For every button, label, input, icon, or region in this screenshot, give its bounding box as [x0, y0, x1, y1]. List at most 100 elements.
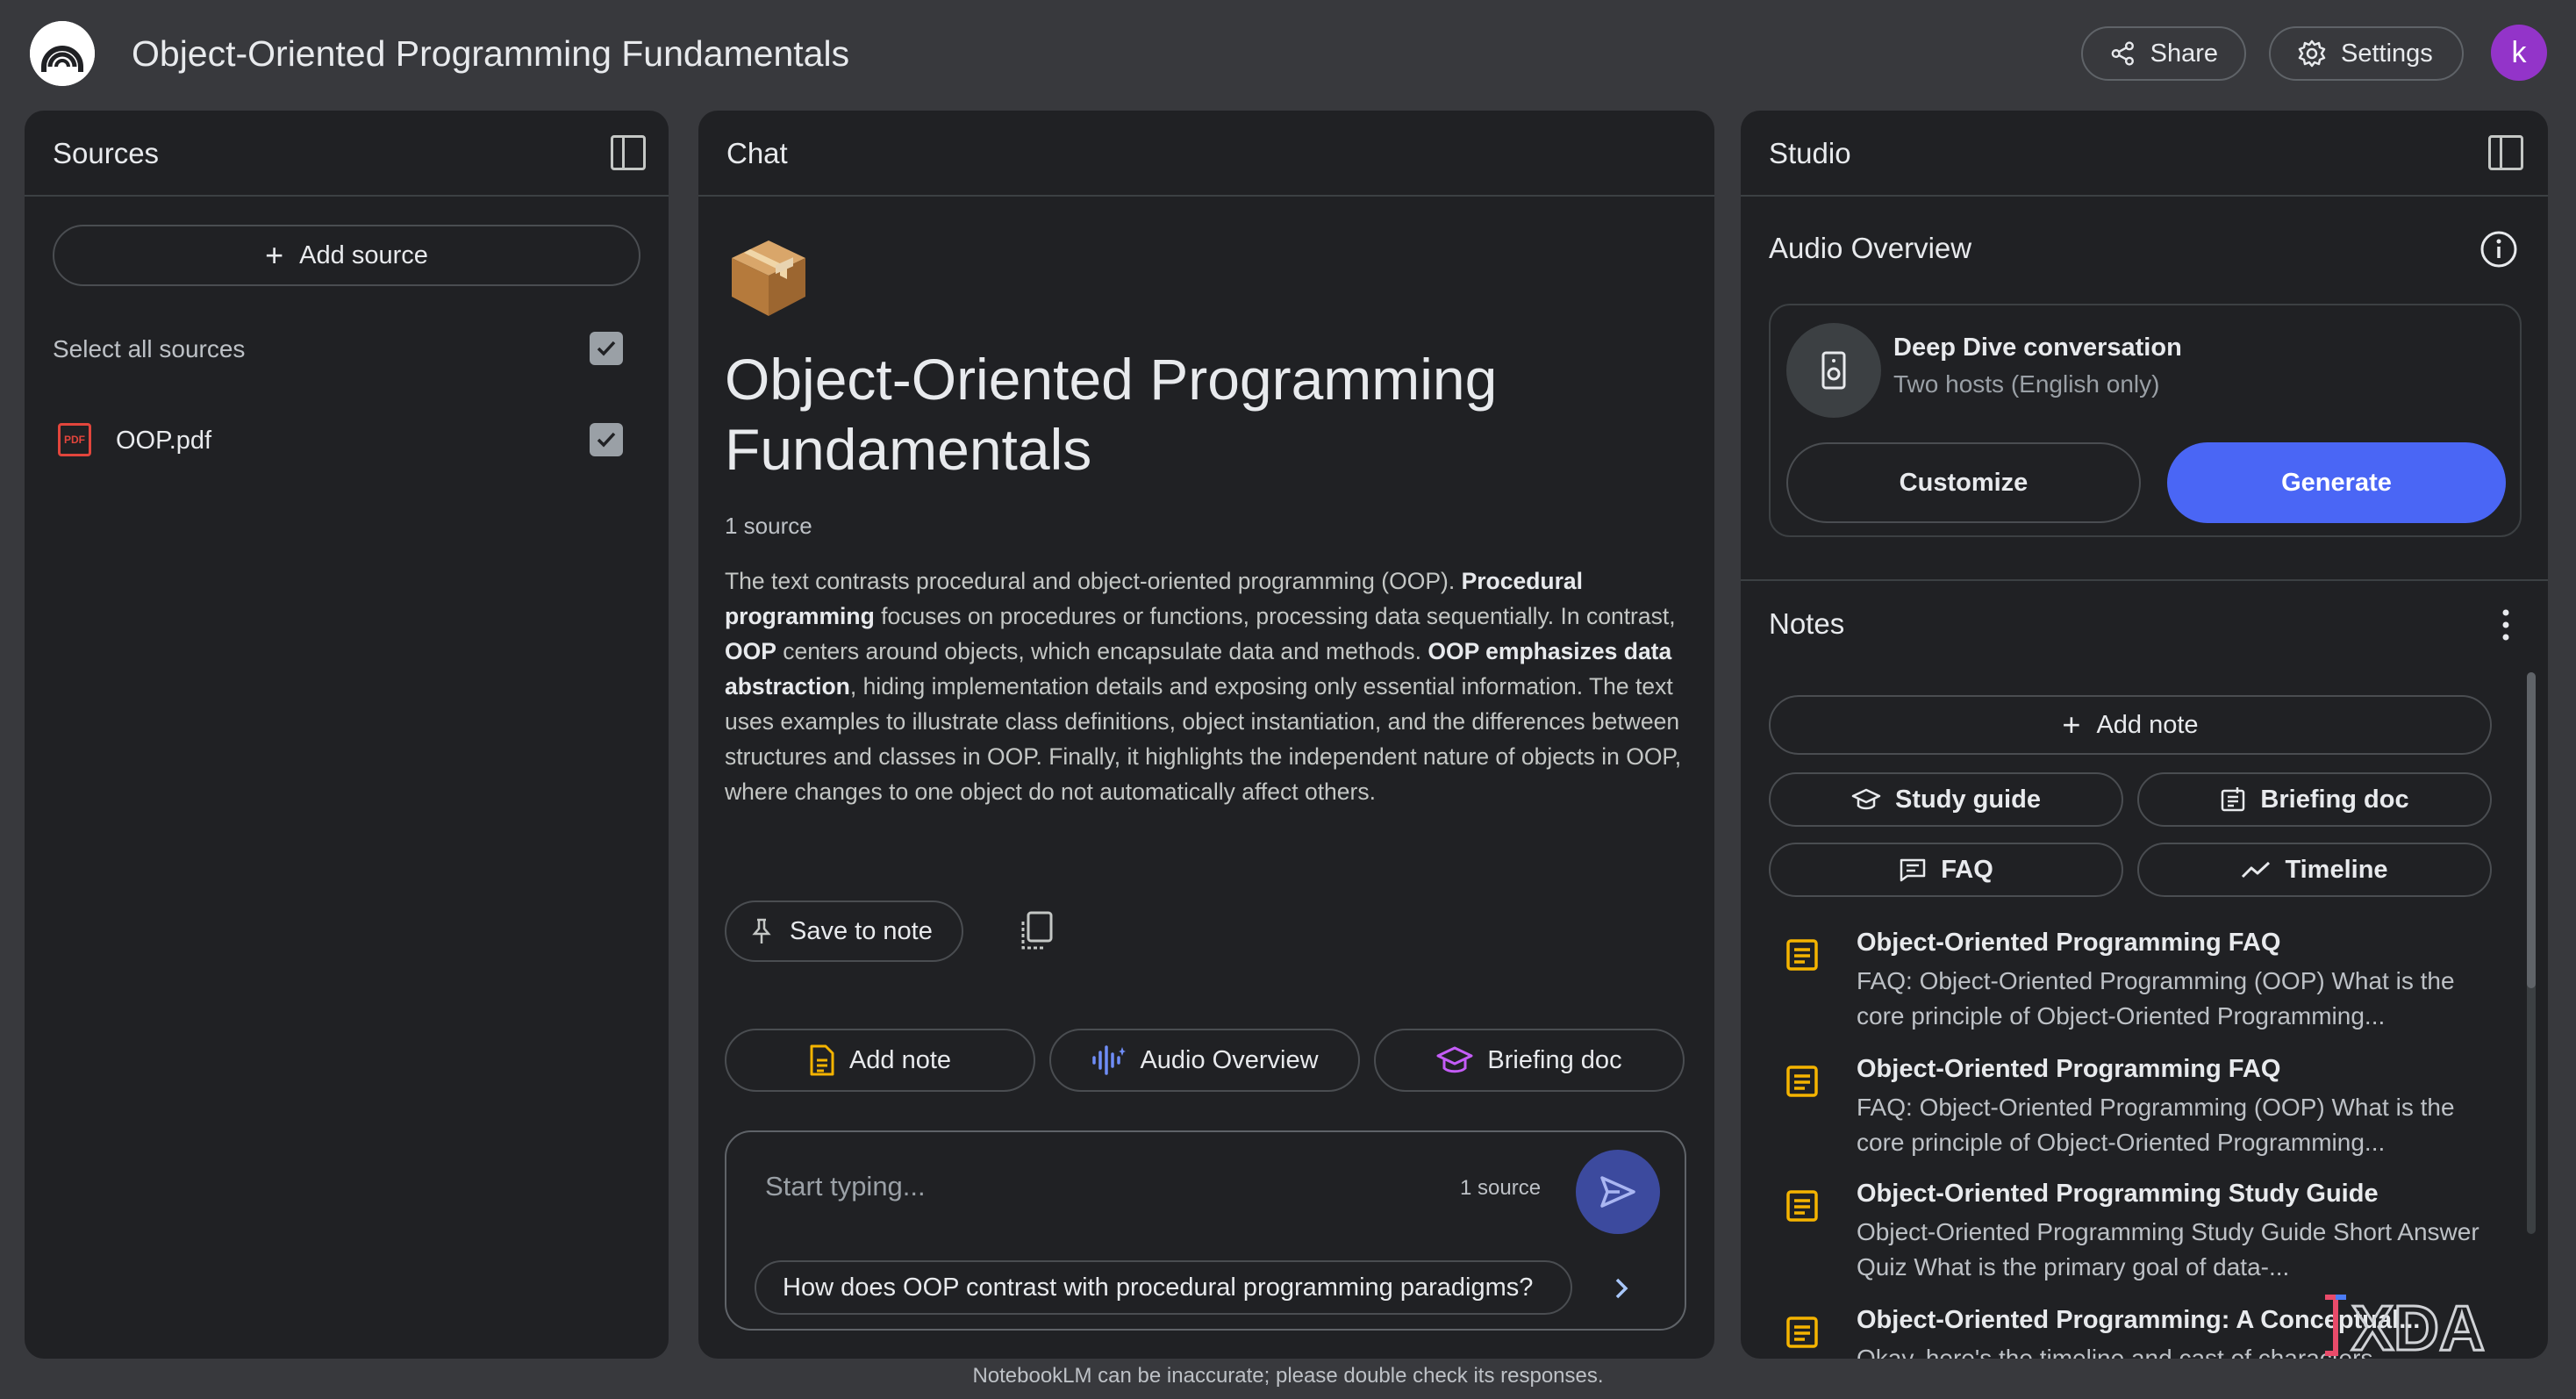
summary-bold: OOP — [725, 638, 776, 664]
audio-overview-card: Deep Dive conversation Two hosts (Englis… — [1769, 304, 2522, 537]
collapse-panel-icon[interactable] — [611, 135, 646, 170]
source-checkbox[interactable] — [590, 423, 623, 456]
source-name: OOP.pdf — [116, 427, 212, 455]
graduation-cap-icon — [1851, 788, 1881, 810]
disclaimer-text: NotebookLM can be inaccurate; please dou… — [972, 1364, 1604, 1388]
summary-text: centers around objects, which encapsulat… — [776, 638, 1428, 664]
faq-icon — [1900, 858, 1926, 882]
plus-icon: + — [2062, 707, 2081, 743]
source-count: 1 source — [725, 513, 812, 539]
add-note-label: Add note — [2096, 710, 2199, 739]
customize-button[interactable]: Customize — [1786, 442, 2141, 523]
share-label: Share — [2150, 39, 2218, 68]
audio-waveform-icon — [1092, 1045, 1127, 1075]
select-all-checkbox[interactable] — [590, 332, 623, 365]
briefing-doc-button[interactable]: Briefing doc — [2137, 772, 2492, 827]
audio-overview-title: Audio Overview — [1769, 232, 1972, 264]
source-item[interactable]: PDF OOP.pdf — [53, 414, 640, 467]
note-title: Object-Oriented Programming Study Guide — [1857, 1180, 2379, 1208]
notebooklm-app: Object-Oriented Programming Fundamentals… — [0, 0, 2576, 1399]
study-guide-label: Study guide — [1895, 785, 2041, 814]
checkmark-icon — [597, 341, 616, 356]
send-button[interactable] — [1576, 1150, 1660, 1234]
chevron-right-icon[interactable] — [1604, 1271, 1639, 1306]
chat-panel: Chat Object-Oriented Programming Fundame… — [698, 111, 1714, 1359]
note-snippet: FAQ: Object-Oriented Programming (OOP) W… — [1857, 1094, 2455, 1156]
send-icon — [1600, 1176, 1635, 1208]
suggested-question-chip[interactable]: How does OOP contrast with procedural pr… — [755, 1260, 1572, 1315]
studio-panel-title: Studio — [1769, 137, 1851, 169]
note-icon — [1786, 1316, 1818, 1348]
note-item[interactable]: Object-Oriented Programming FAQ FAQ: Obj… — [1769, 929, 2506, 1043]
add-note-action-button[interactable]: Add note — [725, 1029, 1035, 1092]
sources-panel: Sources + Add source Select all sources … — [25, 111, 669, 1359]
xda-watermark-logo: XDA — [2325, 1293, 2487, 1360]
timeline-icon — [2242, 861, 2271, 879]
note-snippet: FAQ: Object-Oriented Programming (OOP) W… — [1857, 967, 2455, 1030]
summary-text: , hiding implementation details and expo… — [725, 673, 1682, 805]
add-source-label: Add source — [299, 240, 428, 269]
plus-icon: + — [265, 237, 284, 273]
notebook-title-header[interactable]: Object-Oriented Programming Fundamentals — [132, 33, 849, 75]
copy-icon[interactable] — [1016, 909, 1056, 953]
settings-button[interactable]: Settings — [2269, 26, 2464, 81]
gear-icon — [2298, 39, 2326, 68]
notebook-title: Object-Oriented Programming Fundamentals — [725, 347, 1498, 482]
save-to-note-button[interactable]: Save to note — [725, 900, 963, 962]
study-guide-button[interactable]: Study guide — [1769, 772, 2123, 827]
note-icon — [1786, 939, 1818, 971]
info-icon[interactable] — [2479, 230, 2518, 269]
timeline-label: Timeline — [2285, 855, 2388, 884]
summary-text: The text contrasts procedural and object… — [725, 568, 1462, 594]
top-bar: Object-Oriented Programming Fundamentals… — [0, 0, 2576, 109]
watermark-text: XDA — [2351, 1294, 2485, 1360]
notebook-summary: The text contrasts procedural and object… — [725, 563, 1690, 809]
pdf-icon: PDF — [58, 423, 91, 456]
add-note-button[interactable]: + Add note — [1769, 695, 2492, 755]
faq-button[interactable]: FAQ — [1769, 843, 2123, 897]
graduation-cap-icon — [1436, 1046, 1473, 1073]
note-icon — [1786, 1065, 1818, 1097]
add-note-action-label: Add note — [848, 1045, 952, 1074]
note-title: Object-Oriented Programming FAQ — [1857, 1055, 2281, 1083]
generate-button[interactable]: Generate — [2167, 442, 2506, 523]
composer-source-count: 1 source — [1460, 1176, 1542, 1200]
share-button[interactable]: Share — [2081, 26, 2246, 81]
notebooklm-logo-icon[interactable] — [30, 21, 95, 86]
more-options-icon[interactable] — [2501, 607, 2511, 642]
notes-title: Notes — [1769, 607, 1845, 640]
audio-card-subtitle: Two hosts (English only) — [1893, 370, 2160, 398]
note-title: Object-Oriented Programming FAQ — [1857, 929, 2281, 957]
checkmark-icon — [597, 432, 616, 448]
note-icon — [810, 1044, 834, 1076]
chat-input[interactable]: Start typing... — [765, 1171, 926, 1202]
collapse-panel-icon[interactable] — [2488, 135, 2523, 170]
summary-text: focuses on procedures or functions, proc… — [874, 603, 1676, 629]
audio-card-title: Deep Dive conversation — [1893, 334, 2182, 362]
studio-panel: Studio Audio Overview Deep Dive conversa… — [1741, 111, 2548, 1359]
speaker-icon — [1786, 323, 1881, 418]
share-icon — [2111, 41, 2134, 66]
briefing-doc-action-label: Briefing doc — [1487, 1045, 1622, 1074]
chat-panel-header: Chat — [698, 111, 1714, 197]
note-icon — [1786, 1190, 1818, 1222]
add-source-button[interactable]: + Add source — [53, 225, 640, 286]
chat-panel-title: Chat — [726, 137, 788, 169]
notes-scrollbar-thumb[interactable] — [2527, 672, 2536, 988]
briefing-doc-action-button[interactable]: Briefing doc — [1374, 1029, 1685, 1092]
pin-icon — [752, 918, 771, 943]
audio-overview-action-button[interactable]: Audio Overview — [1049, 1029, 1360, 1092]
timeline-button[interactable]: Timeline — [2137, 843, 2492, 897]
select-all-label: Select all sources — [53, 335, 246, 362]
note-item[interactable]: Object-Oriented Programming FAQ FAQ: Obj… — [1769, 1055, 2506, 1169]
note-item[interactable]: Object-Oriented Programming Study Guide … — [1769, 1180, 2506, 1294]
studio-panel-header: Studio — [1741, 111, 2548, 197]
audio-overview-action-label: Audio Overview — [1140, 1045, 1319, 1074]
briefing-doc-icon — [2222, 787, 2245, 812]
save-to-note-label: Save to note — [790, 916, 933, 945]
avatar[interactable]: k — [2491, 25, 2547, 81]
faq-label: FAQ — [1941, 855, 1993, 884]
sources-panel-header: Sources — [25, 111, 669, 197]
settings-label: Settings — [2341, 39, 2433, 68]
briefing-doc-label: Briefing doc — [2260, 785, 2409, 814]
